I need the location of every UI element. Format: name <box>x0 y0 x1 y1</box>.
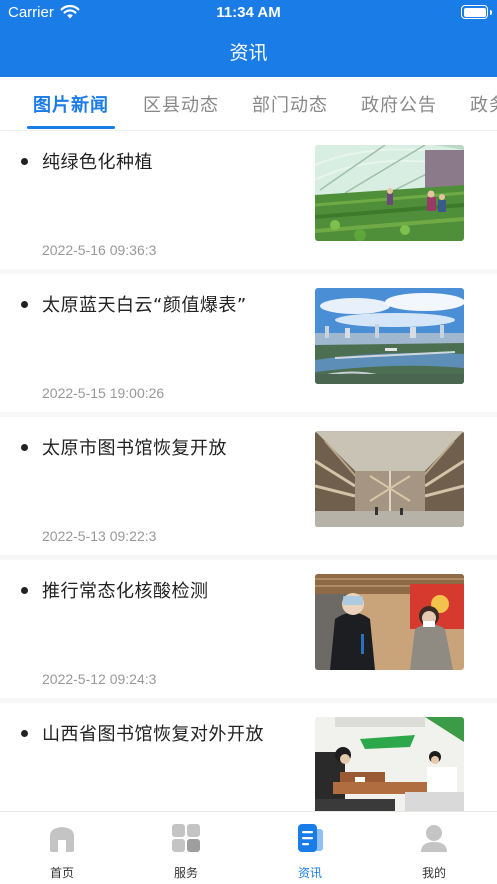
page-title: 资讯 <box>229 42 268 64</box>
news-date: 2022-5-16 09:36:3 <box>42 242 157 258</box>
header-bar: Carrier 11:34 AM 资讯 <box>0 0 497 77</box>
news-title: 太原蓝天白云“颜值爆表” <box>42 295 247 316</box>
tabbar-label: 资讯 <box>297 866 322 880</box>
news-date: 2022-5-15 19:00:26 <box>42 385 165 401</box>
home-icon <box>50 827 74 852</box>
bullet-dot <box>21 301 28 308</box>
library-reading-room-photo <box>315 717 464 811</box>
grid-icon <box>172 824 200 852</box>
tabbar-label: 首页 <box>49 866 74 880</box>
user-icon <box>421 825 447 852</box>
bullet-dot <box>21 444 28 451</box>
news-title: 纯绿色化种植 <box>42 152 153 173</box>
news-title: 山西省图书馆恢复对外开放 <box>42 724 264 745</box>
category-tabs: 图片新闻 区县动态 部门动态 政府公告 政务 <box>0 77 497 131</box>
tabbar-item-home[interactable]: 首页 <box>0 812 124 884</box>
news-title: 推行常态化核酸检测 <box>42 581 209 602</box>
bullet-dot <box>21 587 28 594</box>
tabbar-label: 服务 <box>173 866 198 880</box>
news-list: 纯绿色化种植 2022-5-16 09:36:3 太原蓝天白云“颜值爆表” 20… <box>0 131 497 811</box>
news-item[interactable]: 山西省图书馆恢复对外开放 <box>0 703 497 811</box>
tab-government-affairs[interactable]: 政务 <box>470 91 497 117</box>
news-item[interactable]: 纯绿色化种植 2022-5-16 09:36:3 <box>0 131 497 274</box>
city-skyline-river-photo <box>315 288 464 384</box>
bullet-dot <box>21 158 28 165</box>
news-item[interactable]: 推行常态化核酸检测 2022-5-12 09:24:3 <box>0 560 497 703</box>
tab-picture-news[interactable]: 图片新闻 <box>33 91 109 117</box>
news-item[interactable]: 太原市图书馆恢复开放 2022-5-13 09:22:3 <box>0 417 497 560</box>
battery-icon <box>461 5 492 19</box>
tabbar-label: 我的 <box>421 866 446 880</box>
news-date: 2022-5-13 09:22:3 <box>42 528 157 544</box>
nucleic-acid-testing-photo <box>315 574 464 670</box>
active-tab-indicator <box>27 126 115 129</box>
tabbar-item-news[interactable]: 资讯 <box>248 812 372 884</box>
news-title: 太原市图书馆恢复开放 <box>42 438 227 459</box>
status-bar: Carrier 11:34 AM <box>0 0 497 26</box>
tab-county-news[interactable]: 区县动态 <box>143 91 219 117</box>
tabbar-item-services[interactable]: 服务 <box>124 812 248 884</box>
news-item[interactable]: 太原蓝天白云“颜值爆表” 2022-5-15 19:00:26 <box>0 274 497 417</box>
tab-department-news[interactable]: 部门动态 <box>252 91 328 117</box>
document-icon <box>298 824 323 852</box>
bullet-dot <box>21 730 28 737</box>
clock: 11:34 AM <box>216 4 281 21</box>
tab-government-notices[interactable]: 政府公告 <box>361 91 437 117</box>
bottom-tab-bar: 首页 服务 资讯 我的 <box>0 811 497 883</box>
greenhouse-planting-photo <box>315 145 464 241</box>
library-atrium-photo <box>315 431 464 527</box>
news-date: 2022-5-12 09:24:3 <box>42 671 157 687</box>
tabbar-item-profile[interactable]: 我的 <box>372 812 496 884</box>
